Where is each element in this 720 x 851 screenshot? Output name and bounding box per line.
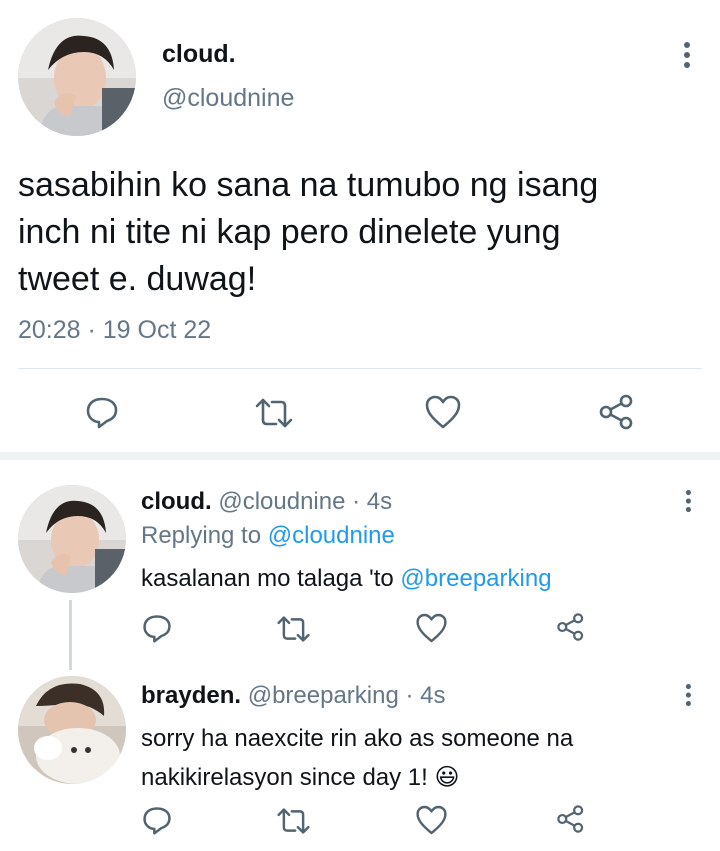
- display-name[interactable]: cloud.: [141, 488, 212, 515]
- share-icon[interactable]: [556, 804, 586, 834]
- replying-to-link[interactable]: @cloudnine: [268, 522, 395, 549]
- reply-text: sorry ha naexcite rin ako as someone na …: [141, 720, 573, 797]
- heart-icon[interactable]: [415, 804, 448, 836]
- handle-time[interactable]: @cloudnine · 4s: [218, 488, 392, 515]
- reply-text-body: kasalanan mo talaga 'to: [141, 565, 394, 592]
- reply-text: kasalanan mo talaga 'to @breeparking: [141, 565, 552, 593]
- heart-icon[interactable]: [415, 612, 448, 644]
- avatar[interactable]: [18, 485, 126, 593]
- section-divider: [0, 452, 720, 460]
- more-vertical-icon[interactable]: [685, 684, 692, 710]
- share-icon[interactable]: [598, 393, 636, 431]
- display-name[interactable]: cloud.: [162, 40, 236, 69]
- reply-icon[interactable]: [141, 804, 173, 836]
- tweet-timestamp[interactable]: 20:28 · 19 Oct 22: [18, 316, 211, 345]
- thread-line: [69, 600, 72, 670]
- reply-text-body: nakikirelasyon since day 1!: [141, 764, 428, 791]
- divider: [18, 368, 702, 369]
- replying-to: Replying to @cloudnine: [141, 522, 395, 550]
- retweet-icon[interactable]: [276, 614, 311, 644]
- emoji: 😃: [434, 763, 460, 791]
- avatar[interactable]: [18, 18, 136, 136]
- retweet-icon[interactable]: [276, 806, 311, 836]
- tweet-text-line: inch ni tite ni kap pero dinelete yung: [18, 213, 561, 251]
- reply-text-line: nakikirelasyon since day 1! 😃: [141, 758, 573, 797]
- tweet-text-line: tweet e. duwag!: [18, 260, 257, 298]
- reply-text-line: sorry ha naexcite rin ako as someone na: [141, 725, 574, 752]
- tweet-text-line: sasabihin ko sana na tumubo ng isang: [18, 166, 599, 204]
- avatar[interactable]: [18, 676, 126, 784]
- more-vertical-icon[interactable]: [685, 490, 692, 516]
- reply-header: brayden. @breeparking · 4s: [141, 682, 446, 710]
- display-name[interactable]: brayden.: [141, 682, 241, 709]
- replying-to-label: Replying to: [141, 522, 262, 549]
- heart-icon[interactable]: [424, 394, 462, 430]
- reply-icon[interactable]: [84, 394, 120, 430]
- tweet-text: sasabihin ko sana na tumubo ng isang inc…: [18, 162, 598, 303]
- retweet-icon[interactable]: [254, 396, 294, 430]
- reply-header: cloud. @cloudnine · 4s: [141, 488, 392, 516]
- reply-icon[interactable]: [141, 612, 173, 644]
- more-vertical-icon[interactable]: [683, 42, 691, 72]
- handle[interactable]: @cloudnine: [162, 84, 294, 113]
- mention-link[interactable]: @breeparking: [400, 565, 551, 592]
- handle-time[interactable]: @breeparking · 4s: [248, 682, 446, 709]
- share-icon[interactable]: [556, 612, 586, 642]
